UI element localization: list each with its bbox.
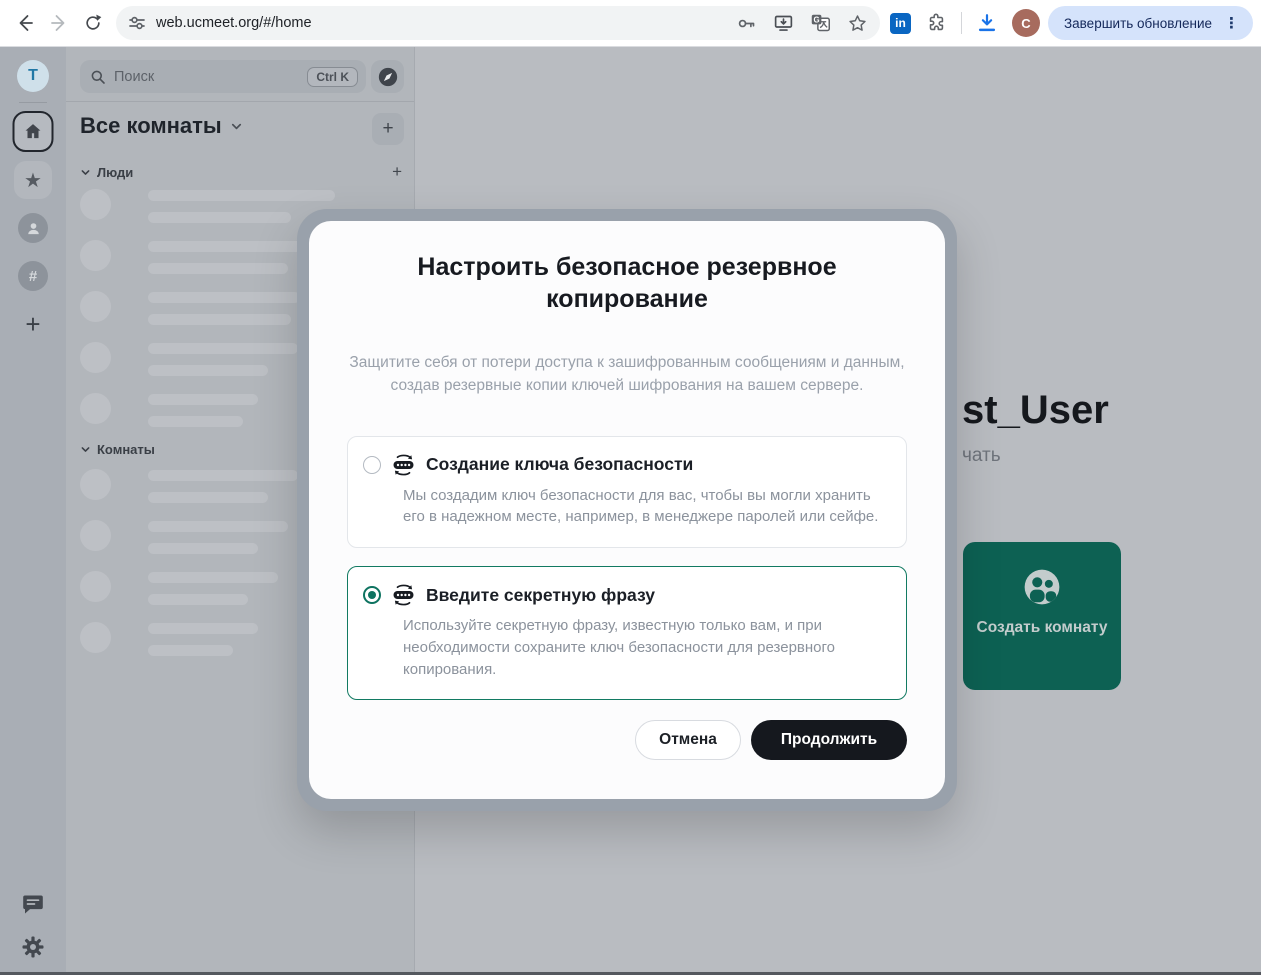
password-key-icon[interactable] [736,13,757,34]
app-window: T ★ # + Поиск Ctrl K Все комнаты [0,47,1261,975]
gear-icon [21,935,45,959]
rooms-skeleton-list [80,469,298,673]
linkedin-extension-icon[interactable]: in [890,13,911,34]
bookmark-star-icon[interactable] [847,13,868,34]
rooms-filter-label: Все комнаты [80,113,222,139]
explore-rooms-button[interactable] [371,60,404,93]
search-icon [90,69,106,85]
rooms-filter-header[interactable]: Все комнаты [80,113,243,139]
welcome-heading-truncated: st_User [962,388,1109,433]
welcome-subheading-truncated: чать [962,445,1001,467]
rooms-button[interactable]: # [18,261,48,291]
chevron-down-icon [230,120,243,133]
settings-button[interactable] [21,935,45,959]
reload-button[interactable] [76,6,110,40]
plus-icon: + [382,118,393,140]
favourites-button[interactable]: ★ [14,161,52,199]
option-title: Создание ключа безопасности [426,454,693,475]
browser-menu-icon[interactable]: ⋮ [1220,14,1243,33]
option-enter-security-phrase[interactable]: Введите секретную фразу Используйте секр… [347,566,907,700]
plus-icon: + [25,309,40,340]
panel-divider [66,101,414,102]
skeleton-list-item [80,189,335,223]
skeleton-list-item [80,571,298,605]
compass-icon [377,66,399,88]
security-key-icon [390,584,417,606]
address-bar[interactable]: web.ucmeet.org/#/home G [116,6,880,40]
home-icon [23,121,44,142]
option-description: Мы создадим ключ безопасности для вас, ч… [403,485,883,529]
people-group-icon [1022,567,1062,607]
people-button[interactable] [18,213,48,243]
dialog-title: Настроить безопасное резервное копирован… [387,251,867,315]
rail-divider [19,102,47,103]
extensions-puzzle-icon[interactable] [925,12,947,34]
browser-profile-avatar[interactable]: C [1012,9,1040,37]
skeleton-list-item [80,622,298,656]
svg-text:G: G [814,15,820,24]
create-room-tile[interactable]: Создать комнату [963,542,1121,690]
finish-update-button[interactable]: Завершить обновление ⋮ [1048,6,1253,40]
add-person-button[interactable]: + [392,162,402,182]
translate-icon[interactable]: G [810,13,831,34]
modal-outer-ring: Настроить безопасное резервное копирован… [297,209,957,811]
search-input[interactable]: Поиск Ctrl K [80,60,366,93]
section-rooms-label: Комнаты [97,442,155,457]
back-arrow-icon [15,13,35,33]
skeleton-list-item [80,469,298,503]
toolbar-separator [961,12,962,34]
security-key-icon [390,454,417,476]
section-people-label: Люди [97,165,133,180]
install-app-icon[interactable] [773,13,794,34]
option-description: Используйте секретную фразу, известную т… [403,615,883,680]
search-shortcut-badge: Ctrl K [307,67,358,87]
person-icon [25,220,42,237]
cancel-button[interactable]: Отмена [635,720,741,760]
hash-icon: # [29,268,37,285]
feedback-button[interactable] [21,892,45,916]
option-generate-security-key[interactable]: Создание ключа безопасности Мы создадим … [347,436,907,549]
create-room-label: Создать комнату [977,619,1108,637]
add-room-button[interactable]: + [372,113,404,145]
back-button[interactable] [8,6,42,40]
chat-bubble-icon [21,892,45,916]
forward-button[interactable] [42,6,76,40]
search-placeholder: Поиск [114,69,307,85]
reload-icon [83,13,103,33]
secure-backup-dialog: Настроить безопасное резервное копирован… [309,221,945,799]
chevron-down-icon [80,444,91,455]
radio-unselected[interactable] [363,456,381,474]
option-title: Введите секретную фразу [426,585,655,606]
browser-toolbar: web.ucmeet.org/#/home G in C Завершить о… [0,0,1261,47]
finish-update-label: Завершить обновление [1064,16,1212,31]
add-space-button[interactable]: + [25,309,40,340]
user-avatar[interactable]: T [17,60,49,92]
continue-button[interactable]: Продолжить [751,720,907,760]
radio-selected[interactable] [363,586,381,604]
forward-arrow-icon [49,13,69,33]
site-settings-icon[interactable] [128,14,146,32]
spaces-rail: T ★ # + [0,47,66,975]
section-people[interactable]: Люди + [80,162,402,182]
star-icon: ★ [24,168,42,193]
chevron-down-icon [80,167,91,178]
skeleton-list-item [80,520,298,554]
dialog-description: Защитите себя от потери доступа к зашифр… [347,351,907,398]
download-icon[interactable] [976,12,998,34]
home-space-button[interactable] [13,111,54,152]
url-text: web.ucmeet.org/#/home [156,15,728,31]
